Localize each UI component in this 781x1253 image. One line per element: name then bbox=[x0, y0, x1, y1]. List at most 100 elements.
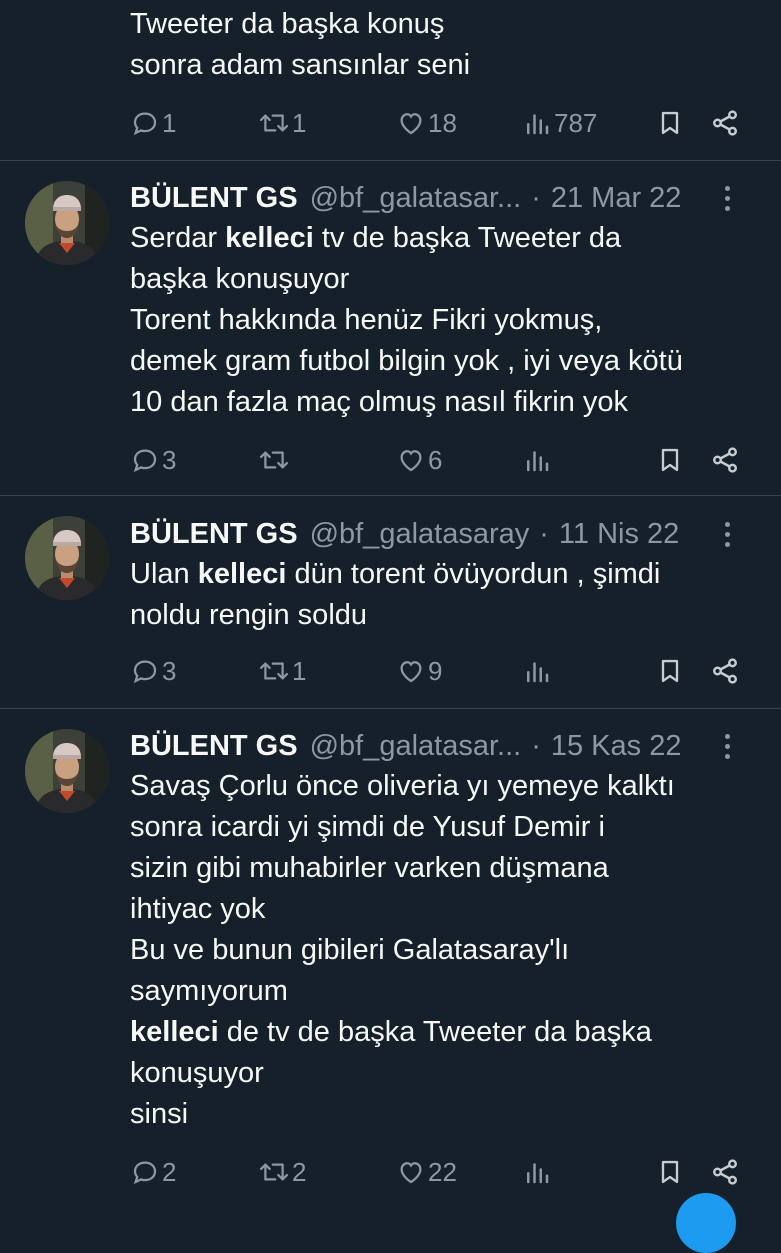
reply-count: 2 bbox=[162, 1156, 177, 1187]
share-button[interactable] bbox=[710, 653, 740, 689]
tweet[interactable]: BÜLENT GS @bf_galatasar... · 21 Mar 22 S… bbox=[0, 161, 781, 495]
bookmark-button[interactable] bbox=[656, 442, 684, 478]
tweet-text: Serdar kelleci tv de başka Tweeter da ba… bbox=[130, 218, 760, 423]
like-button[interactable]: 22 bbox=[396, 1154, 457, 1190]
tweet[interactable]: Tweeter da başka konuş sonra adam sansın… bbox=[0, 0, 781, 160]
more-dots-icon[interactable] bbox=[721, 516, 733, 552]
tweet-line: Tweeter da başka konuş bbox=[130, 8, 445, 40]
retweet-button[interactable]: 2 bbox=[258, 1154, 306, 1190]
tweet-text: Ulan kelleci dün torent övüyordun , şimd… bbox=[130, 554, 760, 636]
tweet-line: sinsi bbox=[130, 1098, 189, 1130]
share-button[interactable] bbox=[710, 1154, 740, 1190]
reply-icon bbox=[130, 656, 160, 686]
more-dots-icon[interactable] bbox=[721, 728, 733, 764]
views-button[interactable]: 787 bbox=[522, 105, 597, 141]
tweet-line: başka konuşuyor bbox=[130, 263, 350, 295]
tweet-header: BÜLENT GS @bf_galatasar... · 21 Mar 22 bbox=[130, 180, 761, 216]
bookmark-button[interactable] bbox=[656, 105, 684, 141]
views-chart-icon bbox=[522, 445, 552, 475]
tweet-text: Tweeter da başka konuş sonra adam sansın… bbox=[130, 4, 760, 86]
views-chart-icon bbox=[522, 656, 552, 686]
bookmark-button[interactable] bbox=[656, 653, 684, 689]
views-chart-icon bbox=[522, 108, 552, 138]
like-button[interactable]: 9 bbox=[396, 653, 442, 689]
more-dots-icon[interactable] bbox=[721, 180, 733, 216]
views-button[interactable] bbox=[522, 653, 554, 689]
retweet-icon bbox=[258, 445, 290, 475]
retweet-icon bbox=[258, 1157, 290, 1187]
tweet[interactable]: BÜLENT GS @bf_galatasar... · 15 Kas 22 S… bbox=[0, 709, 781, 1200]
tweet-line: noldu rengin soldu bbox=[130, 599, 368, 631]
share-button[interactable] bbox=[710, 105, 740, 141]
heart-icon bbox=[396, 445, 426, 475]
reply-button[interactable]: 3 bbox=[130, 442, 176, 478]
avatar[interactable] bbox=[25, 729, 109, 813]
bookmark-button[interactable] bbox=[656, 1154, 684, 1190]
avatar[interactable] bbox=[25, 516, 109, 600]
tweet-actions: 1 1 18 787 bbox=[130, 105, 750, 141]
separator: · bbox=[539, 517, 549, 550]
author-name[interactable]: BÜLENT GS bbox=[130, 518, 298, 551]
reply-button[interactable]: 3 bbox=[130, 653, 176, 689]
like-count: 22 bbox=[428, 1156, 457, 1187]
views-button[interactable] bbox=[522, 1154, 554, 1190]
compose-button[interactable] bbox=[676, 1193, 736, 1253]
like-count: 18 bbox=[428, 107, 457, 138]
bookmark-icon bbox=[656, 445, 684, 475]
bookmark-icon bbox=[656, 656, 684, 686]
like-button[interactable]: 18 bbox=[396, 105, 457, 141]
tweet-line: sonra adam sansınlar seni bbox=[130, 49, 471, 81]
tweet-line: 10 dan fazla maç olmuş nasıl fikrin yok bbox=[130, 386, 629, 418]
tweet-date[interactable]: 11 Nis 22 bbox=[559, 518, 679, 551]
heart-icon bbox=[396, 656, 426, 686]
like-button[interactable]: 6 bbox=[396, 442, 442, 478]
tweet-actions: 2 2 22 bbox=[130, 1154, 750, 1190]
tweet-line: Ulan kelleci dün torent övüyordun , şimd… bbox=[130, 558, 661, 590]
tweet-text: Savaş Çorlu önce oliveria yı yemeye kalk… bbox=[130, 766, 760, 1135]
tweet-line: ihtiyac yok bbox=[130, 893, 266, 925]
reply-button[interactable]: 2 bbox=[130, 1154, 176, 1190]
views-chart-icon bbox=[522, 1157, 552, 1187]
tweet[interactable]: BÜLENT GS @bf_galatasaray · 11 Nis 22 Ul… bbox=[0, 496, 781, 708]
share-icon bbox=[710, 1157, 740, 1187]
tweet-line: konuşuyor bbox=[130, 1057, 264, 1089]
retweet-icon bbox=[258, 656, 290, 686]
avatar[interactable] bbox=[25, 181, 109, 265]
reply-count: 1 bbox=[162, 107, 177, 138]
share-icon bbox=[710, 108, 740, 138]
tweet-line: kelleci de tv de başka Tweeter da başka bbox=[130, 1016, 652, 1048]
author-handle[interactable]: @bf_galatasaray bbox=[310, 518, 530, 551]
share-icon bbox=[710, 656, 740, 686]
separator: · bbox=[531, 729, 541, 762]
author-handle[interactable]: @bf_galatasar... bbox=[310, 730, 522, 763]
separator: · bbox=[531, 181, 541, 214]
tweet-line: demek gram futbol bilgin yok , iyi veya … bbox=[130, 345, 683, 377]
tweet-line: sonra icardi yi şimdi de Yusuf Demir i bbox=[130, 811, 605, 843]
retweet-icon bbox=[258, 108, 290, 138]
tweet-date[interactable]: 15 Kas 22 bbox=[551, 730, 682, 763]
bookmark-icon bbox=[656, 1157, 684, 1187]
retweet-count: 2 bbox=[292, 1156, 307, 1187]
author-handle[interactable]: @bf_galatasar... bbox=[310, 182, 522, 215]
author-name[interactable]: BÜLENT GS bbox=[130, 730, 298, 763]
share-icon bbox=[710, 445, 740, 475]
tweet-actions: 36 bbox=[130, 442, 750, 478]
tweet-line: Torent hakkında henüz Fikri yokmuş, bbox=[130, 304, 603, 336]
views-button[interactable] bbox=[522, 442, 554, 478]
reply-button[interactable]: 1 bbox=[130, 105, 176, 141]
tweet-actions: 3 1 9 bbox=[130, 653, 750, 689]
tweet-line: Serdar kelleci tv de başka Tweeter da bbox=[130, 222, 622, 254]
tweet-header: BÜLENT GS @bf_galatasar... · 15 Kas 22 bbox=[130, 728, 761, 764]
author-name[interactable]: BÜLENT GS bbox=[130, 182, 298, 215]
retweet-button[interactable]: 1 bbox=[258, 653, 306, 689]
retweet-button[interactable] bbox=[258, 442, 292, 478]
reply-icon bbox=[130, 1157, 160, 1187]
share-button[interactable] bbox=[710, 442, 740, 478]
tweet-date[interactable]: 21 Mar 22 bbox=[551, 182, 682, 215]
heart-icon bbox=[396, 108, 426, 138]
reply-icon bbox=[130, 445, 160, 475]
retweet-button[interactable]: 1 bbox=[258, 105, 306, 141]
view-count: 787 bbox=[554, 107, 598, 138]
reply-icon bbox=[130, 108, 160, 138]
tweet-line: Savaş Çorlu önce oliveria yı yemeye kalk… bbox=[130, 770, 675, 802]
